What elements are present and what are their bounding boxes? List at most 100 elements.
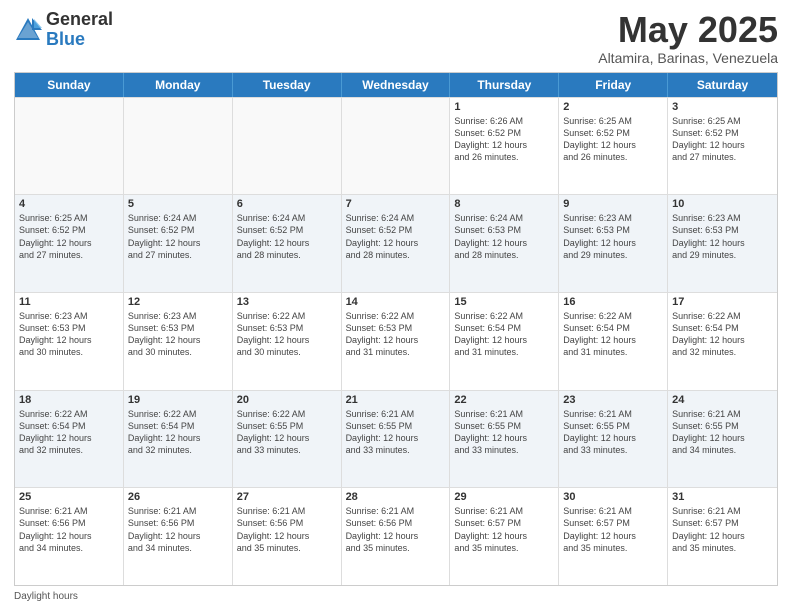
footer: Daylight hours [14, 591, 778, 602]
day-info: Sunrise: 6:21 AM Sunset: 6:57 PM Dayligh… [454, 505, 554, 554]
logo-general: General [46, 9, 113, 29]
day-info: Sunrise: 6:22 AM Sunset: 6:53 PM Dayligh… [237, 310, 337, 359]
day-info: Sunrise: 6:21 AM Sunset: 6:55 PM Dayligh… [563, 408, 663, 457]
day-number: 12 [128, 296, 228, 308]
table-row: 19 Sunrise: 6:22 AM Sunset: 6:54 PM Dayli… [124, 391, 233, 488]
table-row: 5Sunrise: 6:24 AM Sunset: 6:52 PM Daylig… [124, 195, 233, 292]
table-row: 15 Sunrise: 6:22 AM Sunset: 6:54 PM Dayli… [450, 293, 559, 390]
day-number: 7 [346, 198, 446, 210]
table-row: 7 Sunrise: 6:24 AM Sunset: 6:52 PM Daylig… [342, 195, 451, 292]
table-row: 8 Sunrise: 6:24 AM Sunset: 6:53 PM Daylig… [450, 195, 559, 292]
day-info: Sunrise: 6:21 AM Sunset: 6:56 PM Dayligh… [128, 505, 228, 554]
day-number: 1 [454, 101, 554, 113]
day-info: Sunrise: 6:24 AM Sunset: 6:52 PM Dayligh… [346, 212, 446, 261]
table-row: 9 Sunrise: 6:23 AM Sunset: 6:53 PM Daylig… [559, 195, 668, 292]
table-row: 29 Sunrise: 6:21 AM Sunset: 6:57 PM Dayli… [450, 488, 559, 585]
day-number: 23 [563, 394, 663, 406]
day-info: Sunrise: 6:25 AM Sunset: 6:52 PM Dayligh… [563, 115, 663, 164]
day-number: 25 [19, 491, 119, 503]
logo-blue-text: Blue [46, 29, 85, 49]
cal-header-friday: Friday [559, 73, 668, 97]
day-info: Sunrise: 6:21 AM Sunset: 6:55 PM Dayligh… [346, 408, 446, 457]
table-row: 31Sunrise: 6:21 AM Sunset: 6:57 PM Dayli… [668, 488, 777, 585]
cal-header-thursday: Thursday [450, 73, 559, 97]
table-row: 30 Sunrise: 6:21 AM Sunset: 6:57 PM Dayli… [559, 488, 668, 585]
table-row: 27 Sunrise: 6:21 AM Sunset: 6:56 PM Dayli… [233, 488, 342, 585]
table-row [233, 98, 342, 195]
table-row: 28Sunrise: 6:21 AM Sunset: 6:56 PM Dayli… [342, 488, 451, 585]
day-info: Sunrise: 6:21 AM Sunset: 6:57 PM Dayligh… [563, 505, 663, 554]
day-info: Sunrise: 6:22 AM Sunset: 6:54 PM Dayligh… [672, 310, 773, 359]
day-info: Sunrise: 6:24 AM Sunset: 6:52 PM Dayligh… [128, 212, 228, 261]
cal-week-4: 18Sunrise: 6:22 AM Sunset: 6:54 PM Dayli… [15, 390, 777, 488]
day-info: Sunrise: 6:23 AM Sunset: 6:53 PM Dayligh… [128, 310, 228, 359]
day-info: Sunrise: 6:26 AM Sunset: 6:52 PM Dayligh… [454, 115, 554, 164]
day-number: 28 [346, 491, 446, 503]
logo-text: General Blue [46, 10, 113, 50]
page: General Blue May 2025 Altamira, Barinas,… [0, 0, 792, 612]
calendar: SundayMondayTuesdayWednesdayThursdayFrid… [14, 72, 778, 586]
day-info: Sunrise: 6:24 AM Sunset: 6:52 PM Dayligh… [237, 212, 337, 261]
table-row: 23 Sunrise: 6:21 AM Sunset: 6:55 PM Dayli… [559, 391, 668, 488]
table-row: 4Sunrise: 6:25 AM Sunset: 6:52 PM Daylig… [15, 195, 124, 292]
day-info: Sunrise: 6:23 AM Sunset: 6:53 PM Dayligh… [19, 310, 119, 359]
table-row: 12 Sunrise: 6:23 AM Sunset: 6:53 PM Dayli… [124, 293, 233, 390]
logo: General Blue [14, 10, 113, 50]
table-row [342, 98, 451, 195]
table-row: 20Sunrise: 6:22 AM Sunset: 6:55 PM Dayli… [233, 391, 342, 488]
day-number: 15 [454, 296, 554, 308]
title-block: May 2025 Altamira, Barinas, Venezuela [598, 10, 778, 66]
table-row [124, 98, 233, 195]
day-number: 29 [454, 491, 554, 503]
day-info: Sunrise: 6:22 AM Sunset: 6:54 PM Dayligh… [454, 310, 554, 359]
calendar-body: 1 Sunrise: 6:26 AM Sunset: 6:52 PM Daylig… [15, 97, 777, 585]
cal-header-wednesday: Wednesday [342, 73, 451, 97]
table-row: 3Sunrise: 6:25 AM Sunset: 6:52 PM Daylig… [668, 98, 777, 195]
table-row: 18Sunrise: 6:22 AM Sunset: 6:54 PM Dayli… [15, 391, 124, 488]
day-info: Sunrise: 6:23 AM Sunset: 6:53 PM Dayligh… [672, 212, 773, 261]
table-row [15, 98, 124, 195]
day-info: Sunrise: 6:25 AM Sunset: 6:52 PM Dayligh… [19, 212, 119, 261]
day-number: 24 [672, 394, 773, 406]
table-row: 16 Sunrise: 6:22 AM Sunset: 6:54 PM Dayli… [559, 293, 668, 390]
day-info: Sunrise: 6:22 AM Sunset: 6:54 PM Dayligh… [563, 310, 663, 359]
day-number: 8 [454, 198, 554, 210]
logo-icon [14, 16, 42, 44]
table-row: 17 Sunrise: 6:22 AM Sunset: 6:54 PM Dayli… [668, 293, 777, 390]
day-info: Sunrise: 6:21 AM Sunset: 6:56 PM Dayligh… [19, 505, 119, 554]
cal-week-2: 4Sunrise: 6:25 AM Sunset: 6:52 PM Daylig… [15, 194, 777, 292]
day-number: 20 [237, 394, 337, 406]
cal-week-3: 11Sunrise: 6:23 AM Sunset: 6:53 PM Dayli… [15, 292, 777, 390]
table-row: 22Sunrise: 6:21 AM Sunset: 6:55 PM Dayli… [450, 391, 559, 488]
day-info: Sunrise: 6:25 AM Sunset: 6:52 PM Dayligh… [672, 115, 773, 164]
title-location: Altamira, Barinas, Venezuela [598, 50, 778, 66]
day-info: Sunrise: 6:22 AM Sunset: 6:54 PM Dayligh… [128, 408, 228, 457]
table-row: 2Sunrise: 6:25 AM Sunset: 6:52 PM Daylig… [559, 98, 668, 195]
header: General Blue May 2025 Altamira, Barinas,… [14, 10, 778, 66]
day-number: 30 [563, 491, 663, 503]
table-row: 6 Sunrise: 6:24 AM Sunset: 6:52 PM Daylig… [233, 195, 342, 292]
cal-week-5: 25 Sunrise: 6:21 AM Sunset: 6:56 PM Dayli… [15, 487, 777, 585]
day-number: 10 [672, 198, 773, 210]
day-number: 17 [672, 296, 773, 308]
day-number: 19 [128, 394, 228, 406]
day-number: 31 [672, 491, 773, 503]
day-number: 21 [346, 394, 446, 406]
cal-week-1: 1 Sunrise: 6:26 AM Sunset: 6:52 PM Daylig… [15, 97, 777, 195]
day-number: 16 [563, 296, 663, 308]
day-info: Sunrise: 6:21 AM Sunset: 6:56 PM Dayligh… [237, 505, 337, 554]
day-number: 22 [454, 394, 554, 406]
day-number: 14 [346, 296, 446, 308]
cal-header-saturday: Saturday [668, 73, 777, 97]
day-info: Sunrise: 6:24 AM Sunset: 6:53 PM Dayligh… [454, 212, 554, 261]
day-number: 6 [237, 198, 337, 210]
table-row: 10 Sunrise: 6:23 AM Sunset: 6:53 PM Dayli… [668, 195, 777, 292]
day-number: 27 [237, 491, 337, 503]
table-row: 24Sunrise: 6:21 AM Sunset: 6:55 PM Dayli… [668, 391, 777, 488]
table-row: 11Sunrise: 6:23 AM Sunset: 6:53 PM Dayli… [15, 293, 124, 390]
table-row: 21 Sunrise: 6:21 AM Sunset: 6:55 PM Dayli… [342, 391, 451, 488]
cal-header-monday: Monday [124, 73, 233, 97]
day-number: 9 [563, 198, 663, 210]
title-month: May 2025 [598, 10, 778, 50]
day-info: Sunrise: 6:23 AM Sunset: 6:53 PM Dayligh… [563, 212, 663, 261]
